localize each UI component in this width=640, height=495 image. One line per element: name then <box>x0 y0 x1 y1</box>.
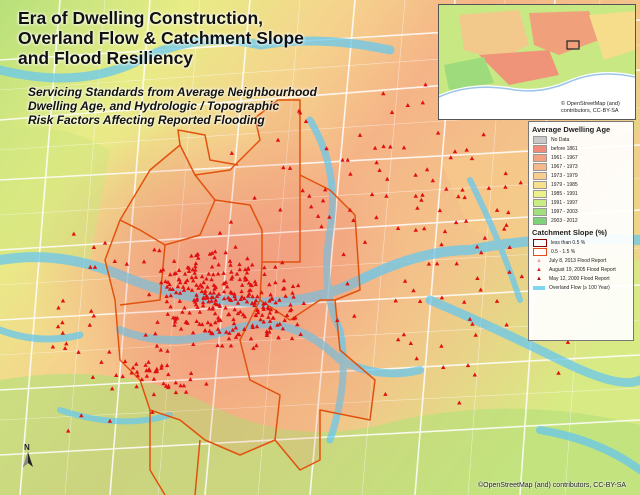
inset-credit: © OpenStreetMap (and) contributors, CC-B… <box>561 101 620 114</box>
map-subtitle: Servicing Standards from Average Neighbo… <box>28 85 318 127</box>
legend-slope-heading: Catchment Slope (%) <box>532 228 608 237</box>
subtitle-line: Dwelling Age, and Hydrologic / Topograph… <box>28 99 280 113</box>
legend-swatch <box>533 135 547 144</box>
legend-item: 1991 - 1997 <box>529 198 633 207</box>
legend-item: No Data <box>529 135 633 144</box>
legend-item: 1973 - 1979 <box>529 171 633 180</box>
title-line: Era of Dwelling Construction, <box>18 8 264 28</box>
triangle-icon: ▲ <box>536 266 542 273</box>
legend-item: less than 0.5 % <box>529 238 633 247</box>
legend-item: 1967 - 1973 <box>529 162 633 171</box>
legend-swatch <box>533 180 547 189</box>
north-arrow: N <box>22 443 38 469</box>
legend-item: 1979 - 1985 <box>529 180 633 189</box>
title-line: Overland Flow & Catchment Slope <box>18 28 304 48</box>
legend-item: ▲ May 12, 2000 Flood Report <box>529 274 633 283</box>
overland-flow-swatch <box>533 285 545 290</box>
legend-swatch <box>533 198 547 207</box>
legend-dwelling-heading: Average Dwelling Age <box>532 125 611 134</box>
legend-item: ▲ August 19, 2005 Flood Report <box>529 265 633 274</box>
legend-item: Overland Flow (≥ 100 Year) <box>529 283 633 292</box>
osm-attribution: ©OpenStreetMap (and) contributors, CC-BY… <box>478 482 627 489</box>
legend-item: before 1861 <box>529 144 633 153</box>
north-label: N <box>24 443 30 452</box>
triangle-icon: ▲ <box>536 275 542 282</box>
legend-swatch <box>533 162 547 171</box>
legend-item: 1961 - 1967 <box>529 153 633 162</box>
legend-item: 0.5 - 1.5 % <box>529 247 633 256</box>
legend-swatch <box>533 216 547 225</box>
map-title: Era of Dwelling Construction, Overland F… <box>18 8 318 68</box>
legend-swatch <box>533 189 547 198</box>
triangle-icon: ▲ <box>536 257 542 264</box>
title-line: and Flood Resiliency <box>18 48 194 68</box>
legend-swatch-outline <box>533 238 547 247</box>
legend-item: 1985 - 1991 <box>529 189 633 198</box>
map-canvas[interactable]: Era of Dwelling Construction, Overland F… <box>0 0 640 495</box>
legend-swatch <box>533 171 547 180</box>
subtitle-line: Servicing Standards from Average Neighbo… <box>28 85 317 99</box>
legend-item: 1997 - 2003 <box>529 207 633 216</box>
legend-swatch <box>533 207 547 216</box>
legend-item: ▲ July 8, 2013 Flood Report <box>529 256 633 265</box>
legend-swatch <box>533 144 547 153</box>
overview-inset-map[interactable]: © OpenStreetMap (and) contributors, CC-B… <box>438 4 636 120</box>
map-legend: Average Dwelling Age No Data before 1861… <box>528 121 634 341</box>
legend-swatch-outline <box>533 247 547 256</box>
subtitle-line: Risk Factors Affecting Reported Flooding <box>28 113 265 127</box>
legend-swatch <box>533 153 547 162</box>
legend-item: 2003 - 2012 <box>529 216 633 225</box>
